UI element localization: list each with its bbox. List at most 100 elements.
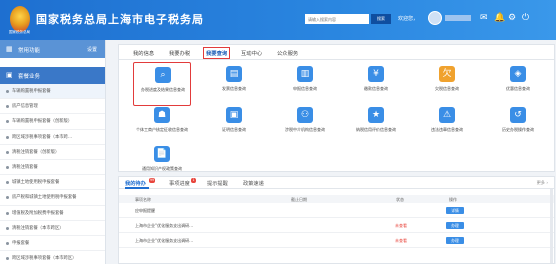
package-icon: ▣	[6, 71, 13, 79]
sidebar-item-label: 车辆购置税申报套餐（创新版）	[12, 119, 73, 125]
tile-label: 办税进度及结果信息查询	[141, 87, 185, 92]
tab-my-todo[interactable]: 我的待办	[125, 180, 146, 187]
bullet-icon	[6, 135, 9, 139]
tile-label: 优惠信息查询	[506, 86, 530, 91]
emblem-caption: 国家税务总局	[9, 30, 30, 34]
query-tile[interactable]: ⌕ 办税进度及结果信息查询	[133, 62, 191, 106]
sidebar-item[interactable]: 清税注销套餐（创新版）	[0, 145, 105, 160]
tax-emblem-logo	[10, 6, 30, 32]
row-action-button[interactable]: 详情	[446, 207, 464, 214]
sidebar-item[interactable]: 增值税及附加税费申报套餐	[0, 206, 105, 221]
tab-interaction[interactable]: 互动中心	[241, 49, 262, 57]
grid-icon: ▦	[6, 45, 13, 53]
scrollbar[interactable]	[550, 189, 553, 263]
search-input[interactable]	[305, 14, 369, 24]
payment-icon: ¥	[368, 66, 384, 82]
row-action-button[interactable]: 办理	[446, 222, 464, 229]
query-tile[interactable]: ↺ 历史办税操作查询	[489, 103, 547, 147]
sidebar-section-common[interactable]: ▦ 常用功能 设置	[0, 40, 105, 58]
sidebar-item[interactable]: 房产信息管理	[0, 99, 105, 115]
sidebar-item[interactable]: 房产税和城镇土地使用税申报套餐	[0, 190, 105, 206]
sidebar-item[interactable]: 车辆购置税申报套餐	[0, 84, 105, 100]
query-tile[interactable]: ⚇ 涉税中介机构信息查询	[276, 103, 334, 147]
sidebar-item-label: 清税注销套餐	[12, 164, 38, 170]
query-tile[interactable]: ☗ 个体工商户核定征收信息查询	[133, 103, 191, 147]
column-header: 截止日期	[291, 196, 307, 202]
bullet-icon	[6, 226, 9, 230]
query-tile[interactable]: ★ 纳税信用评价信息查询	[347, 103, 405, 147]
sidebar: ▦ 常用功能 设置 ▣ 套餐业务 车辆购置税申报套餐 房产信息管理 车辆购置税申报套…	[0, 40, 106, 264]
progress-search-icon: ⌕	[155, 67, 171, 83]
sidebar-item-label: 车辆购置税申报套餐	[12, 89, 51, 94]
tab-query[interactable]: 我要查询	[203, 47, 231, 59]
table-row: 应申报提醒 详情	[119, 204, 554, 218]
query-tile[interactable]: ▥ 申报信息查询	[276, 62, 334, 106]
preferential-icon: ◈	[510, 66, 526, 82]
table-row: 上海市企业“优化服务支出调研… 未查看 办理	[119, 234, 554, 248]
sidebar-settings-link[interactable]: 设置	[87, 46, 97, 53]
welcome-text: 欢迎您，	[398, 16, 419, 22]
tab-policy-news[interactable]: 政策速递	[243, 180, 264, 187]
todo-panel: 我的待办 99 事项进度 1 提示提醒 政策速递 更多 › 事项名称 截止日期 …	[118, 176, 555, 264]
sidebar-item[interactable]: 跨区域涉税事项套餐（本市跨…	[0, 130, 105, 145]
bullet-icon	[6, 241, 9, 245]
bullet-icon	[6, 196, 9, 200]
main-tabs: 我的信息 我要办税 我要查询 互动中心 公众服务	[119, 45, 554, 60]
merchant-icon: ☗	[154, 107, 170, 123]
query-tile[interactable]: ▣ 证明信息查询	[205, 103, 263, 147]
settings-icon[interactable]: ⚙	[508, 13, 516, 23]
policy-icon: 📄	[154, 146, 170, 162]
avatar[interactable]	[428, 11, 442, 25]
sidebar-item-label: 清税注销套餐（本市跨区）	[12, 225, 64, 231]
user-name-redacted	[445, 15, 471, 21]
tile-label: 违法违章信息查询	[431, 127, 463, 132]
sidebar-item[interactable]: 城镇土地使用税申报套餐	[0, 175, 105, 191]
query-tile[interactable]: ¥ 缴款信息查询	[347, 62, 405, 106]
table-header: 事项名称 截止日期 状态 操作	[119, 195, 554, 203]
tile-label: 欠税信息查询	[435, 86, 459, 91]
logout-icon[interactable]: ⏻	[522, 13, 529, 23]
sidebar-section-package[interactable]: ▣ 套餐业务	[0, 67, 105, 84]
sidebar-item-label: 房产信息管理	[12, 104, 38, 110]
tab-tax-handling[interactable]: 我要办税	[169, 49, 190, 57]
bullet-icon	[6, 105, 9, 109]
search-button[interactable]: 搜索	[371, 14, 391, 24]
query-tile[interactable]: ⚠ 违法违章信息查询	[418, 103, 476, 147]
violation-icon: ⚠	[439, 107, 455, 123]
tab-reminders[interactable]: 提示提醒	[207, 180, 228, 187]
sidebar-item[interactable]: 清税注销套餐（本市跨区）	[0, 221, 105, 236]
message-icon[interactable]: ✉	[480, 13, 488, 23]
query-tile[interactable]: ▤ 发票信息查询	[205, 62, 263, 106]
declaration-icon: ▥	[297, 66, 313, 82]
tab-public-service[interactable]: 公众服务	[277, 49, 298, 57]
tax-arrears-icon: 欠	[439, 66, 455, 82]
notification-icon[interactable]: 🔔	[494, 13, 505, 23]
column-header: 事项名称	[135, 196, 151, 202]
tile-label: 证明信息查询	[222, 127, 246, 132]
tile-label: 个体工商户核定征收信息查询	[136, 127, 188, 132]
tile-label: 纳税信用评价信息查询	[356, 127, 396, 132]
tile-label: 历史办税操作查询	[502, 127, 534, 132]
bullet-icon	[6, 120, 9, 124]
row-status: 未查看	[395, 223, 407, 228]
bullet-icon	[6, 165, 9, 169]
query-tile[interactable]: 欠欠税信息查询	[418, 62, 476, 106]
tab-progress[interactable]: 事项进度	[169, 180, 190, 187]
query-tile[interactable]: ◈ 优惠信息查询	[489, 62, 547, 106]
sidebar-item[interactable]: 跨区域涉税事项套餐（本市跨区）	[0, 251, 105, 264]
sidebar-item[interactable]: 申报套餐	[0, 236, 105, 252]
certificate-icon: ▣	[226, 107, 242, 123]
row-name: 上海市企业“优化服务支出调研…	[135, 238, 194, 243]
tab-my-info[interactable]: 我的信息	[133, 49, 154, 57]
more-link[interactable]: 更多 ›	[537, 180, 548, 186]
bullet-icon	[6, 90, 9, 93]
sidebar-item[interactable]: 清税注销套餐	[0, 160, 105, 176]
sidebar-item-label: 房产税和城镇土地使用税申报套餐	[12, 195, 77, 201]
bullet-icon	[6, 257, 9, 261]
row-action-button[interactable]: 办理	[446, 237, 464, 244]
sidebar-item-list: 车辆购置税申报套餐 房产信息管理车辆购置税申报套餐（创新版） 跨区域涉税事项套餐（本…	[0, 84, 105, 264]
bottom-tabs: 我的待办 99 事项进度 1 提示提醒 政策速递 更多 ›	[119, 177, 554, 189]
sidebar-item[interactable]: 车辆购置税申报套餐（创新版）	[0, 114, 105, 130]
column-header: 操作	[449, 196, 457, 202]
top-header: 国家税务总局 国家税务总局上海市电子税务局 搜索 欢迎您， ✉ 🔔 ⚙ ⏻	[0, 0, 556, 40]
